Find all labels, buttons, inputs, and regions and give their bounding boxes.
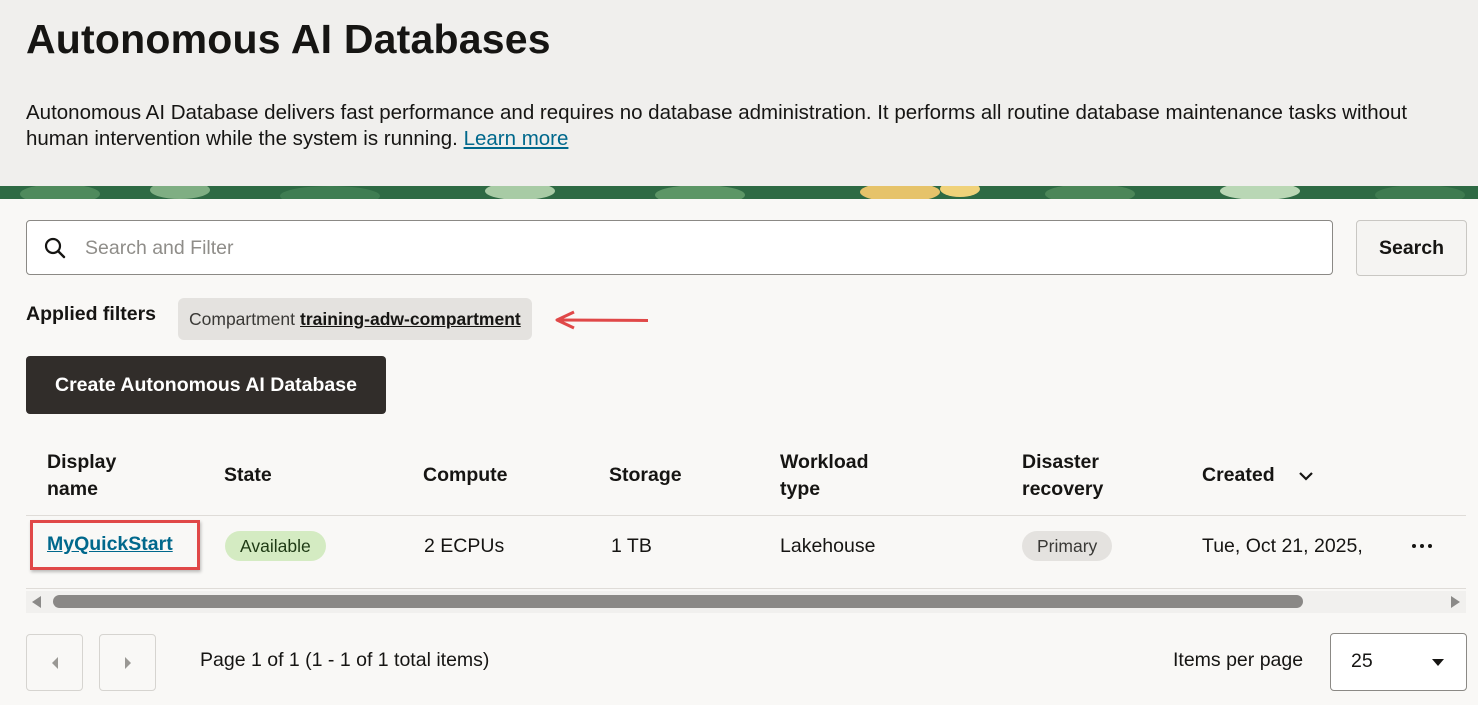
annotation-arrow-icon xyxy=(555,310,649,330)
table-divider xyxy=(26,515,1466,516)
column-header-storage[interactable]: Storage xyxy=(609,462,682,489)
annotation-highlight-box xyxy=(30,520,200,570)
horizontal-scrollbar[interactable] xyxy=(26,591,1466,613)
status-badge: Available xyxy=(225,531,326,561)
search-icon xyxy=(44,237,66,259)
storage-cell: 1 TB xyxy=(611,535,652,557)
chevron-right-icon xyxy=(124,656,131,669)
previous-page-button[interactable] xyxy=(26,634,83,691)
items-per-page-label: Items per page xyxy=(1173,649,1304,671)
scroll-left-icon[interactable] xyxy=(32,596,41,608)
pagination-info: Page 1 of 1 (1 - 1 of 1 total items) xyxy=(200,649,490,671)
column-header-state[interactable]: State xyxy=(224,462,272,489)
filter-chip-key: Compartment xyxy=(189,308,296,329)
create-database-button[interactable]: Create Autonomous AI Database xyxy=(26,356,386,414)
column-header-created[interactable]: Created xyxy=(1202,462,1275,489)
table-divider xyxy=(26,588,1466,589)
scroll-right-icon[interactable] xyxy=(1451,596,1460,608)
learn-more-link[interactable]: Learn more xyxy=(464,127,569,150)
applied-filters-label: Applied filters xyxy=(26,303,157,325)
items-per-page-select[interactable]: 25 xyxy=(1330,633,1467,691)
page-title: Autonomous AI Databases xyxy=(26,16,551,62)
scrollbar-thumb[interactable] xyxy=(53,595,1303,608)
compute-cell: 2 ECPUs xyxy=(424,535,505,557)
banner-pattern-icon xyxy=(0,186,1478,199)
page-description: Autonomous AI Database delivers fast per… xyxy=(26,100,1426,152)
search-button[interactable]: Search xyxy=(1356,220,1467,276)
next-page-button[interactable] xyxy=(99,634,156,691)
page-header: Autonomous AI Databases Autonomous AI Da… xyxy=(0,0,1478,186)
row-actions-menu-icon[interactable] xyxy=(1406,532,1438,560)
chevron-down-icon[interactable] xyxy=(1298,470,1314,482)
disaster-recovery-badge: Primary xyxy=(1022,531,1113,561)
chevron-left-icon xyxy=(51,656,58,669)
items-per-page-value: 25 xyxy=(1351,650,1373,672)
search-input[interactable] xyxy=(83,231,1317,265)
caret-down-icon xyxy=(1432,659,1444,666)
column-header-display-name[interactable]: Display name xyxy=(47,449,147,503)
filter-chip-value[interactable]: training-adw-compartment xyxy=(300,309,521,330)
search-filter-box[interactable] xyxy=(26,220,1333,275)
created-cell: Tue, Oct 21, 2025, xyxy=(1202,535,1363,557)
description-text: Autonomous AI Database delivers fast per… xyxy=(26,101,1408,150)
decorative-banner xyxy=(0,186,1478,199)
column-header-workload-type[interactable]: Workload type xyxy=(780,449,890,503)
column-header-disaster-recovery[interactable]: Disaster recovery xyxy=(1022,449,1122,503)
workload-type-cell: Lakehouse xyxy=(780,535,876,557)
column-header-compute[interactable]: Compute xyxy=(423,462,508,489)
filter-chip-compartment[interactable]: Compartment training-adw-compartment xyxy=(178,298,532,340)
